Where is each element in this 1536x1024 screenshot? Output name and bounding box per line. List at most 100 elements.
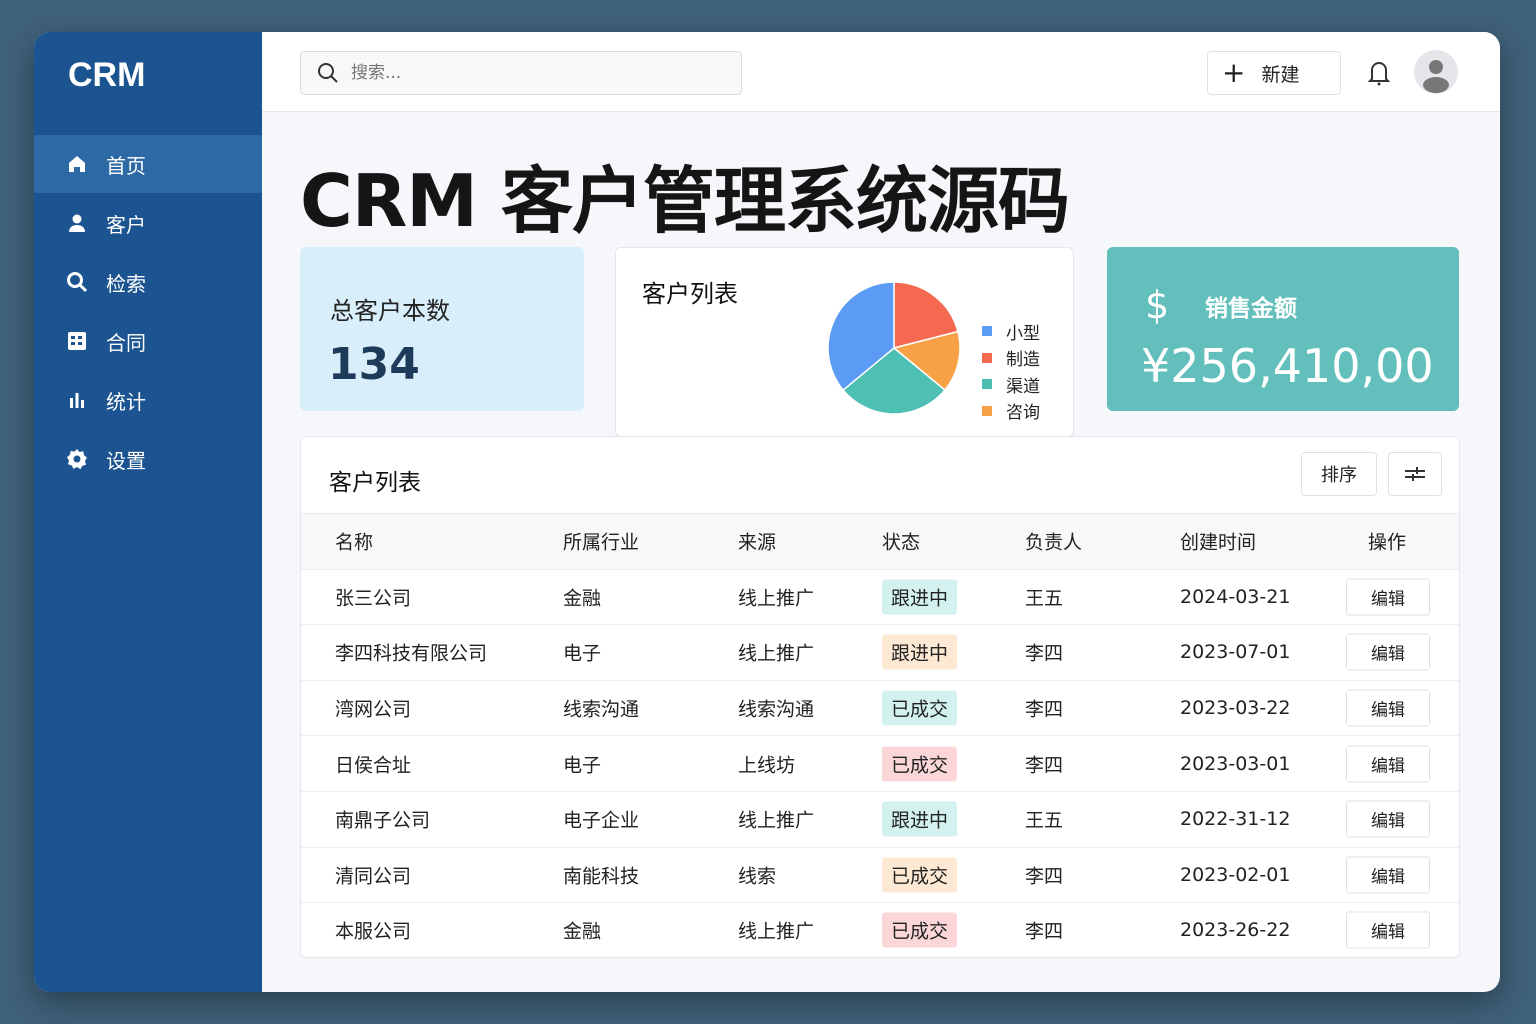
edit-button[interactable]: 编辑 [1346,633,1430,671]
cell-source: 线上推广 [738,920,815,943]
column-header[interactable]: 创建时间 [1180,528,1256,555]
table-row[interactable]: 张三公司 金融 线上推广 跟进中 王五 2024-03-21 编辑 [301,568,1459,625]
column-header[interactable]: 负责人 [1025,528,1082,555]
status-badge: 跟进中 [882,801,958,837]
sidebar-item-label: 首页 [106,153,146,178]
cell-industry: 电子 [563,642,602,665]
cell-industry: 南能科技 [563,865,640,888]
cell-industry: 金融 [563,587,602,610]
cell-date: 2023-03-01 [1180,752,1291,775]
legend-item: 制造 [982,345,1040,372]
cell-name: 李四科技有限公司 [335,642,488,665]
sliders-icon [1405,467,1425,481]
cell-date: 2023-02-01 [1180,863,1291,886]
status-badge: 已成交 [882,690,958,726]
table-row[interactable]: 湾网公司 线索沟通 线索沟通 已成交 李四 2023-03-22 编辑 [301,679,1459,736]
legend-label: 制造 [1006,350,1040,371]
home-icon [66,154,88,174]
cell-source: 线上推广 [738,809,815,832]
filter-button[interactable] [1388,452,1442,496]
cell-owner: 李四 [1025,754,1064,777]
cell-name: 张三公司 [335,587,412,610]
cell-source: 线索沟通 [738,698,815,721]
top-header: + 新建 [262,32,1500,112]
sidebar-item-2[interactable]: 客户 [34,194,262,252]
pie-card-title: 客户列表 [642,280,738,308]
legend-item: 咨询 [982,398,1040,425]
column-header[interactable]: 所属行业 [563,528,639,555]
sidebar-item-label: 设置 [106,448,146,473]
sidebar-item-6[interactable]: 设置 [34,430,262,488]
cell-owner: 李四 [1025,642,1064,665]
search-icon [318,63,338,83]
cell-date: 2022-31-12 [1180,808,1291,831]
column-header[interactable]: 状态 [882,528,920,555]
edit-button[interactable]: 编辑 [1346,911,1430,949]
sidebar-item-1[interactable]: 首页 [34,135,262,193]
sidebar-item-label: 客户 [106,212,146,237]
cell-owner: 李四 [1025,865,1064,888]
table-row[interactable]: 日侯合址 电子 上线坊 已成交 李四 2023-03-01 编辑 [301,735,1459,791]
avatar[interactable] [1414,50,1458,94]
legend-label: 渠道 [1006,376,1040,397]
legend-label: 小型 [1006,323,1040,344]
search-input[interactable] [351,63,711,83]
cell-date: 2023-03-22 [1180,697,1291,720]
customer-count-label: 总客户本数 [330,297,450,325]
status-badge: 已成交 [882,857,958,893]
cell-owner: 李四 [1025,698,1064,721]
column-header[interactable]: 来源 [738,528,776,555]
table-row[interactable]: 本服公司 金融 线上推广 已成交 李四 2023-26-22 编辑 [301,902,1459,957]
cell-owner: 王五 [1025,587,1064,610]
plus-icon: + [1222,56,1246,89]
dollar-icon: $ [1145,283,1170,327]
legend-swatch [982,326,992,337]
customer-count-value: 134 [328,339,420,390]
status-badge: 已成交 [882,912,958,948]
pie-legend: 小型 制造 渠道 咨询 [982,318,1040,424]
cell-name: 南鼎子公司 [335,809,431,832]
edit-button[interactable]: 编辑 [1346,745,1430,783]
app-window: CRM 首页客户检索合同统计设置 + 新建 CRM 客户管理系统源码 总客户本数… [34,32,1500,992]
legend-label: 咨询 [1006,403,1040,424]
table-row[interactable]: 南鼎子公司 电子企业 线上推广 跟进中 王五 2022-31-12 编辑 [301,791,1459,847]
cell-name: 日侯合址 [335,754,412,777]
legend-item: 小型 [982,318,1040,345]
sidebar-item-3[interactable]: 检索 [34,253,262,311]
column-header[interactable]: 名称 [335,528,373,555]
edit-button[interactable]: 编辑 [1346,689,1430,727]
table-row[interactable]: 清同公司 南能科技 线索 已成交 李四 2023-02-01 编辑 [301,846,1459,903]
sidebar-item-label: 检索 [106,271,146,296]
sidebar-item-4[interactable]: 合同 [34,312,262,370]
chart-icon [66,390,88,410]
legend-swatch [982,379,992,390]
user-icon [66,213,88,233]
cell-industry: 线索沟通 [563,698,640,721]
cell-source: 线上推广 [738,642,815,665]
column-header[interactable]: 操作 [1368,528,1406,555]
legend-swatch [982,352,992,363]
table-header-row: 名称 所属行业 来源 状态 负责人 创建时间 操作 [301,513,1459,569]
user-avatar-icon [1423,60,1449,93]
new-button[interactable]: + 新建 [1207,51,1341,95]
edit-button[interactable]: 编辑 [1346,578,1430,616]
sales-amount-card: $ 销售金额 ¥256,410,00 [1107,247,1459,411]
cell-name: 湾网公司 [335,698,412,721]
edit-button[interactable]: 编辑 [1346,800,1430,838]
edit-button[interactable]: 编辑 [1346,856,1430,894]
cell-owner: 李四 [1025,920,1064,943]
sort-button[interactable]: 排序 [1301,452,1377,496]
table-row[interactable]: 李四科技有限公司 电子 线上推广 跟进中 李四 2023-07-01 编辑 [301,624,1459,680]
table-title: 客户列表 [329,470,421,496]
cell-industry: 电子企业 [563,809,640,832]
sidebar-nav: 首页客户检索合同 统计设置 [34,135,262,489]
sales-amount-label: 销售金额 [1205,296,1297,322]
bell-icon[interactable] [1368,60,1390,86]
cell-owner: 王五 [1025,809,1064,832]
search-box[interactable] [300,51,742,95]
cell-date: 2023-07-01 [1180,641,1291,664]
customer-count-card: 总客户本数 134 [300,247,584,411]
cell-source: 线索 [738,865,777,888]
sidebar-item-5[interactable]: 统计 [34,371,262,429]
legend-item: 渠道 [982,371,1040,398]
